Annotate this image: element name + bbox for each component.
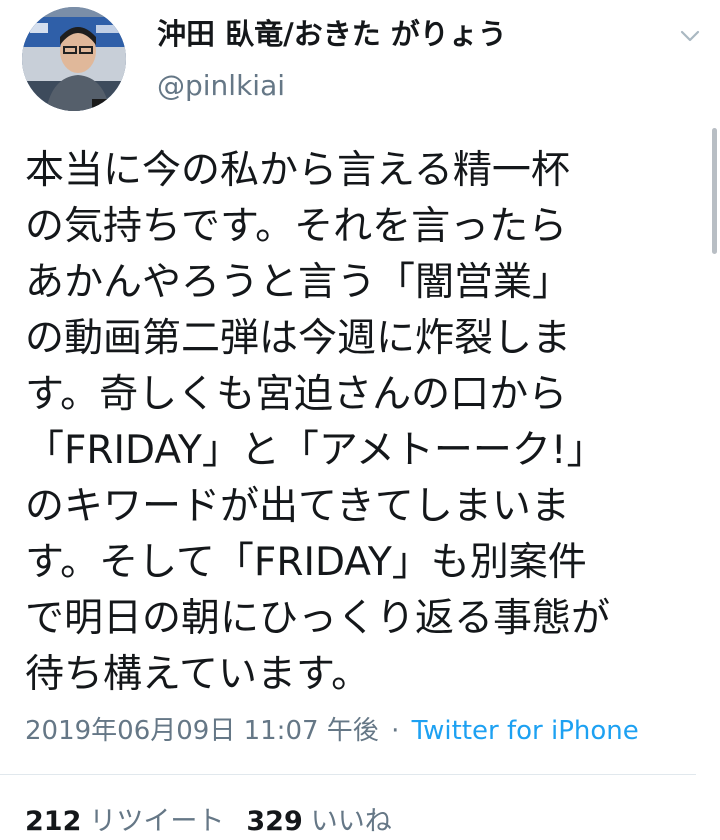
tweet-text-line: す。奇しくも宮迫さんの口から bbox=[25, 372, 568, 417]
tweet-meta: 2019年06月09日 11:07 午後 · Twitter for iPhon… bbox=[25, 712, 639, 750]
retweets-count: 212 bbox=[25, 806, 82, 837]
tweet-stats: 212 リツイート 329 いいね bbox=[25, 803, 392, 840]
retweets-stat[interactable]: 212 リツイート bbox=[25, 806, 224, 837]
chevron-down-icon bbox=[680, 30, 700, 42]
display-name[interactable]: 沖田 臥竜/おきた がりょう bbox=[157, 14, 507, 54]
tweet-text-line: 待ち構えています。 bbox=[25, 652, 371, 697]
tweet-text-line: の気持ちです。それを言ったら bbox=[25, 204, 568, 249]
tweet-menu-button[interactable] bbox=[676, 22, 704, 50]
tweet-text-line: 「FRIDAY」と「アメトーーク!」 bbox=[25, 428, 606, 473]
user-avatar[interactable] bbox=[22, 7, 126, 111]
tweet-text-line: の動画第二弾は今週に炸裂しま bbox=[25, 316, 572, 361]
tweet-text: 本当に今の私から言える精一杯 の気持ちです。それを言ったら あかんやろうと言う「… bbox=[25, 143, 711, 703]
retweets-label: リツイート bbox=[89, 806, 225, 837]
tweet-text-line: で明日の朝にひっくり返る事態が bbox=[25, 596, 611, 641]
meta-separator: · bbox=[391, 716, 400, 746]
user-handle[interactable]: @pinlkiai bbox=[157, 66, 285, 106]
tweet-text-line: す。そして「FRIDAY」も別案件 bbox=[25, 540, 587, 585]
tweet-text-line: 本当に今の私から言える精一杯 bbox=[25, 148, 570, 193]
scrollbar[interactable] bbox=[712, 128, 717, 254]
tweet-detail-page: 沖田 臥竜/おきた がりょう @pinlkiai 本当に今の私から言える精一杯 … bbox=[0, 0, 720, 840]
tweet-source-link[interactable]: Twitter for iPhone bbox=[412, 716, 639, 746]
likes-count: 329 bbox=[246, 806, 303, 837]
avatar-photo-icon bbox=[22, 7, 126, 111]
tweet-text-line: あかんやろうと言う「闇営業」 bbox=[25, 260, 572, 305]
tweet-text-line: のキワードが出てきてしまいま bbox=[25, 484, 570, 529]
likes-label: いいね bbox=[310, 806, 392, 837]
tweet-timestamp[interactable]: 2019年06月09日 11:07 午後 bbox=[25, 716, 379, 746]
divider bbox=[0, 774, 696, 775]
likes-stat[interactable]: 329 いいね bbox=[246, 806, 391, 837]
